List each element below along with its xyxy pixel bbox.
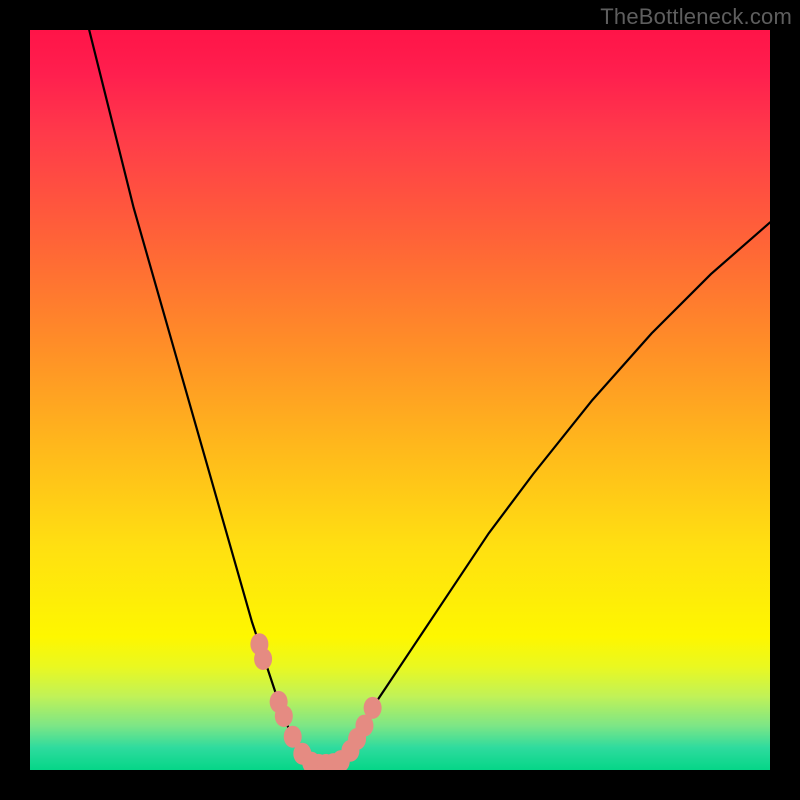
plot-area xyxy=(30,30,770,770)
chart-svg xyxy=(30,30,770,770)
marker-group xyxy=(250,633,381,770)
curve-marker xyxy=(254,648,272,670)
curve-marker xyxy=(275,705,293,727)
watermark-text: TheBottleneck.com xyxy=(600,4,792,30)
bottleneck-curve xyxy=(89,30,770,765)
curve-marker xyxy=(364,697,382,719)
chart-frame: TheBottleneck.com xyxy=(0,0,800,800)
